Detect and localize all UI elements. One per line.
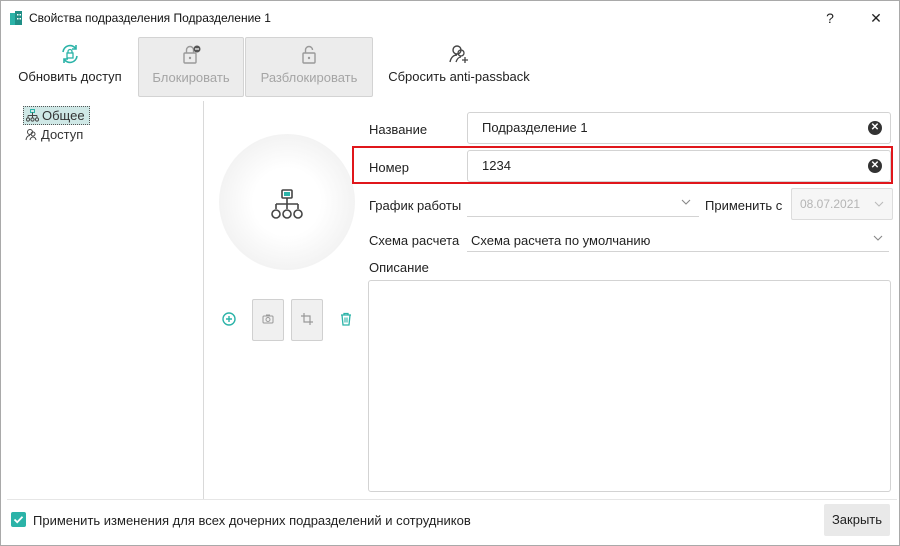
apply-from-date[interactable]: 08.07.2021 (791, 188, 893, 220)
reset-antipassback-button[interactable]: Сбросить anti-passback (379, 37, 539, 95)
clear-number-icon[interactable]: ✕ (868, 159, 882, 173)
refresh-lock-icon (62, 44, 78, 64)
window-close-button[interactable]: ✕ (862, 7, 890, 29)
help-button[interactable]: ? (816, 7, 844, 29)
users-icon (25, 129, 37, 141)
clear-name-icon[interactable]: ✕ (868, 121, 882, 135)
crop-icon (301, 313, 313, 325)
tree-item-general[interactable]: Общее (23, 106, 90, 125)
camera-button[interactable] (252, 299, 284, 341)
crop-button[interactable] (291, 299, 323, 341)
block-button[interactable]: Блокировать (138, 37, 244, 97)
chevron-down-icon (873, 235, 883, 241)
close-button[interactable]: Закрыть (824, 504, 890, 536)
number-field[interactable]: 1234 ✕ (467, 150, 891, 182)
chevron-down-icon (874, 201, 884, 207)
tree-item-access[interactable]: Доступ (23, 126, 87, 143)
toolbar: Обновить доступ Блокировать Разблокирова… (1, 35, 899, 99)
tree-item-access-label: Доступ (41, 127, 84, 142)
lock-icon (183, 45, 201, 64)
org-structure-icon (25, 109, 40, 122)
calc-scheme-value: Схема расчета по умолчанию (471, 233, 651, 248)
unlock-icon (302, 45, 316, 64)
apply-children-checkbox[interactable] (11, 512, 26, 527)
apply-from-value: 08.07.2021 (800, 197, 861, 211)
schedule-label: График работы (369, 198, 462, 213)
window-title: Свойства подразделения Подразделение 1 (29, 11, 271, 25)
refresh-access-label: Обновить доступ (18, 69, 122, 84)
refresh-access-button[interactable]: Обновить доступ (9, 37, 131, 95)
name-label: Название (369, 122, 428, 137)
schedule-underline (467, 216, 699, 217)
org-structure-icon (271, 189, 303, 219)
reset-antipassback-label: Сбросить anti-passback (388, 69, 530, 84)
checkmark-icon (13, 516, 24, 524)
number-label: Номер (369, 160, 410, 175)
add-photo-icon[interactable] (222, 312, 236, 326)
chevron-down-icon (681, 199, 691, 205)
calc-scheme-label: Схема расчета (369, 233, 460, 248)
apply-children-label: Применить изменения для всех дочерних по… (33, 513, 471, 528)
description-label: Описание (369, 260, 429, 275)
number-value: 1234 (482, 158, 511, 173)
sections-tree: Общее Доступ (7, 101, 204, 499)
unblock-button[interactable]: Разблокировать (245, 37, 373, 97)
footer-divider (7, 499, 897, 500)
name-value: Подразделение 1 (482, 120, 588, 135)
title-bar: Свойства подразделения Подразделение 1 ?… (1, 1, 899, 35)
calc-scheme-select[interactable]: Схема расчета по умолчанию (467, 225, 889, 252)
calc-scheme-underline (467, 251, 889, 252)
schedule-select[interactable] (467, 189, 699, 217)
properties-window: Свойства подразделения Подразделение 1 ?… (0, 0, 900, 546)
description-textarea[interactable] (368, 280, 891, 492)
unblock-label: Разблокировать (260, 70, 358, 85)
camera-icon (262, 314, 274, 324)
building-icon (10, 11, 22, 25)
name-field[interactable]: Подразделение 1 ✕ (467, 112, 891, 144)
tree-item-general-label: Общее (42, 108, 85, 123)
apply-from-label: Применить с (705, 198, 783, 213)
user-reset-icon (449, 45, 468, 63)
trash-icon[interactable] (339, 312, 353, 326)
block-label: Блокировать (152, 70, 230, 85)
